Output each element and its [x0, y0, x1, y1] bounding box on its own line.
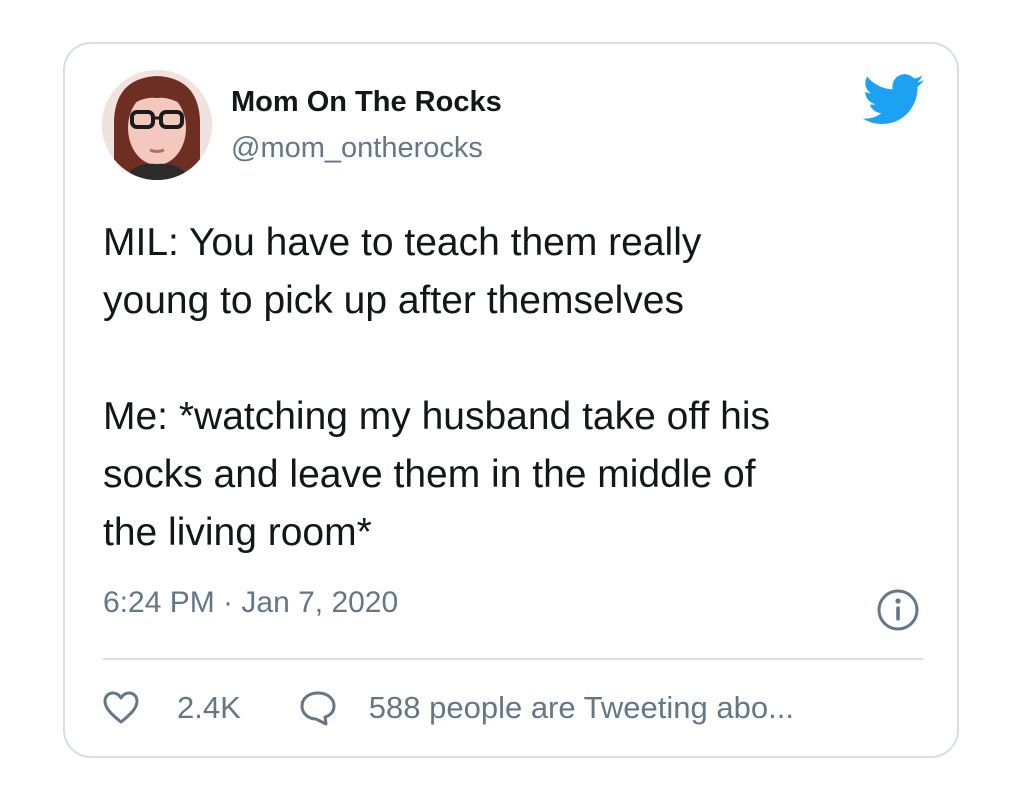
display-name[interactable]: Mom On The Rocks [231, 86, 502, 119]
tweet-actions: 2.4K 588 people are Tweeting abo... [103, 684, 794, 732]
divider [103, 658, 923, 660]
tweet-text: MIL: You have to teach them really young… [103, 221, 770, 554]
discussion-link[interactable]: 588 people are Tweeting abo... [369, 690, 794, 726]
avatar-image [102, 70, 212, 180]
user-handle[interactable]: @mom_ontherocks [231, 132, 483, 165]
tweet-card[interactable]: Mom On The Rocks @mom_ontherocks MIL: Yo… [63, 42, 959, 758]
twitter-bird-icon[interactable] [863, 74, 925, 126]
avatar[interactable] [102, 70, 212, 180]
tweet-timestamp[interactable]: 6:24 PM · Jan 7, 2020 [103, 586, 398, 620]
info-icon[interactable] [876, 588, 920, 632]
like-count[interactable]: 2.4K [177, 690, 241, 726]
speech-bubble-icon[interactable] [299, 690, 337, 726]
heart-icon[interactable] [103, 691, 139, 725]
